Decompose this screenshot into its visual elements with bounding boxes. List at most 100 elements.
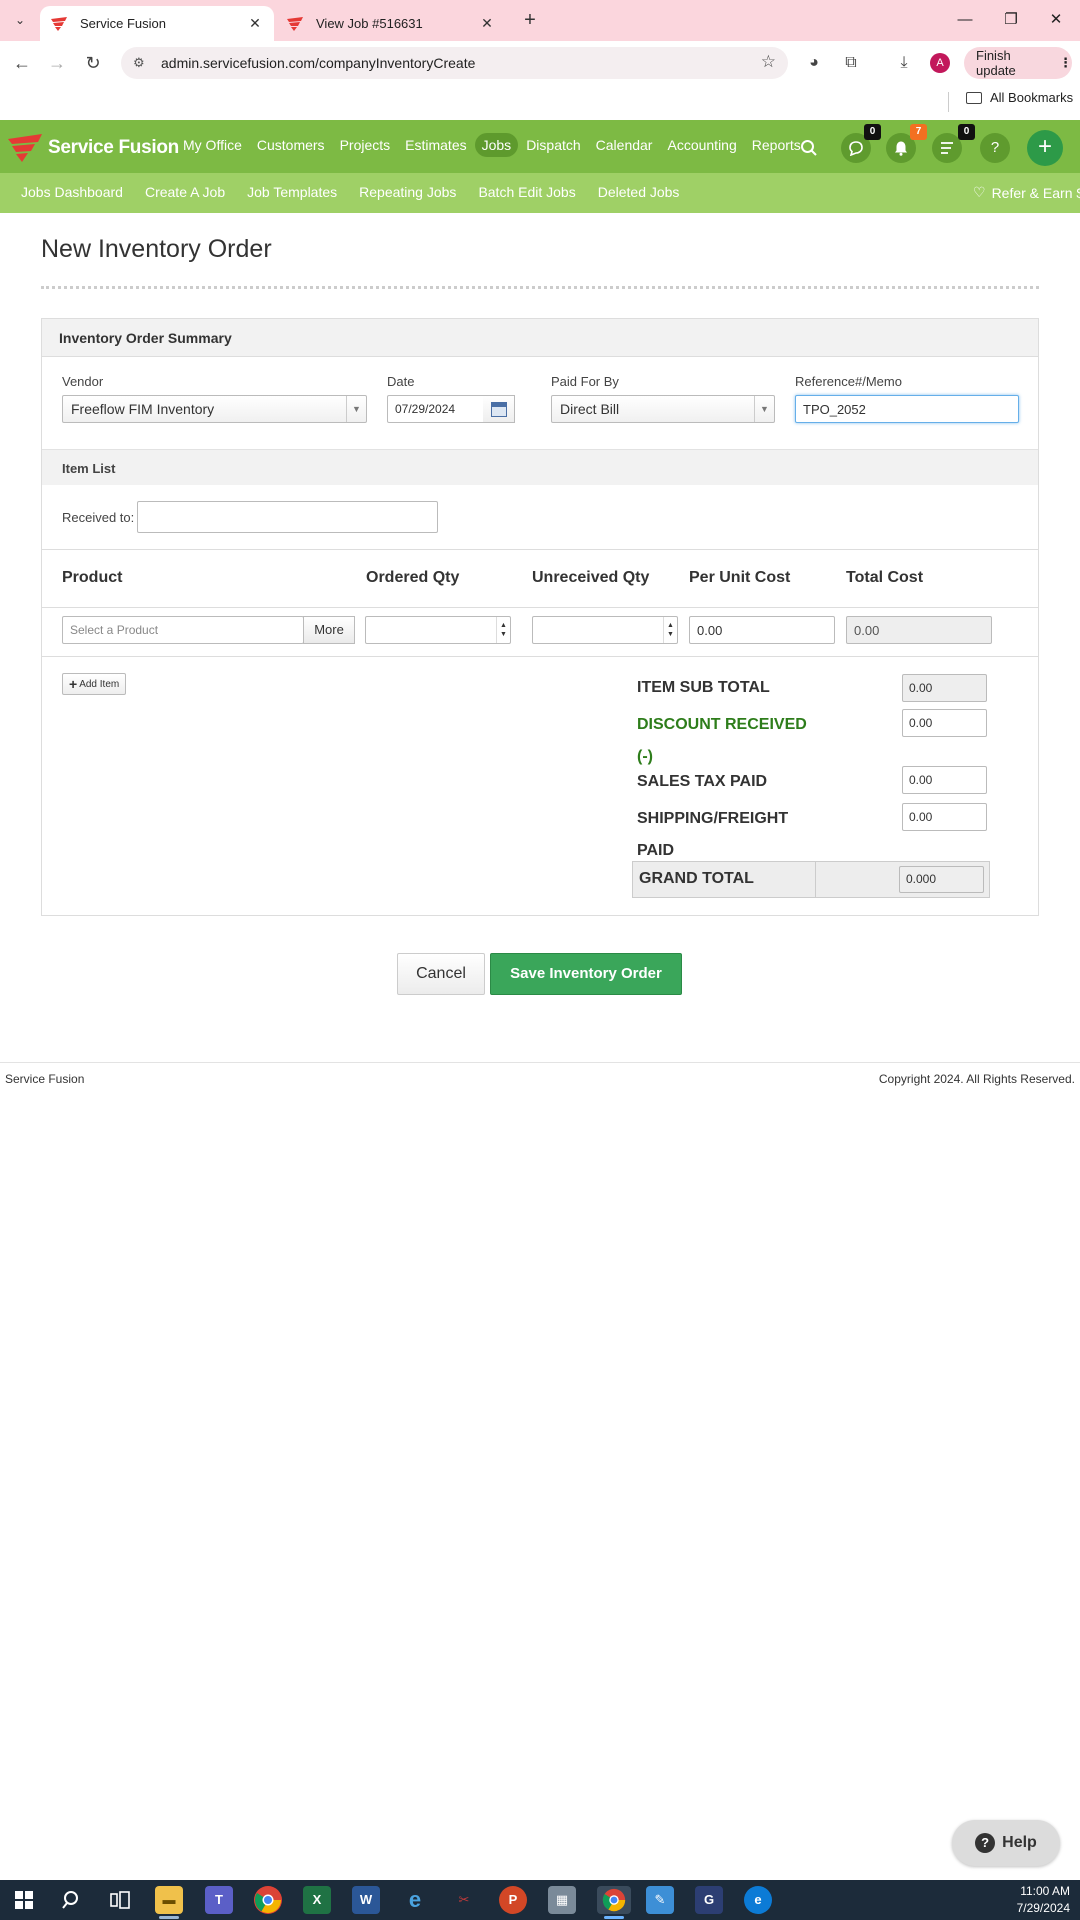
discount-value: 0.00 [909,716,933,730]
more-products-button[interactable]: More [303,616,355,644]
bookmarks-bar [0,86,1080,120]
inventory-order-panel: Inventory Order Summary Vendor Freeflow … [41,318,1039,916]
file-explorer-icon[interactable]: ▬ [155,1886,183,1914]
tab-view-job[interactable]: View Job #516631 ✕ [276,6,506,41]
subnav-job-templates[interactable]: Job Templates [247,184,337,200]
teams-icon[interactable]: T [205,1886,233,1914]
unreceived-qty-input[interactable]: ▲ ▼ [532,616,678,644]
footer-copyright: Copyright 2024. All Rights Reserved. [878,1072,1075,1086]
tab-service-fusion[interactable]: Service Fusion ✕ [40,6,274,41]
subnav-jobs-dashboard[interactable]: Jobs Dashboard [21,184,123,200]
help-label: Help [1002,1834,1037,1851]
service-fusion-logo[interactable]: Service Fusion [6,133,179,163]
stepper-icon[interactable]: ▲ ▼ [496,617,510,643]
restore-icon[interactable]: ❐ [999,8,1023,32]
subnav-deleted-jobs[interactable]: Deleted Jobs [598,184,680,200]
subnav-repeating-jobs[interactable]: Repeating Jobs [359,184,456,200]
sales-tax-value: 0.00 [909,773,933,787]
shipping-freight-input[interactable]: 0.00 [902,803,987,831]
date-input[interactable]: 07/29/2024 [387,395,490,423]
save-inventory-order-button[interactable]: Save Inventory Order [490,953,682,995]
nav-estimates[interactable]: Estimates [398,133,473,157]
excel-icon[interactable]: X [303,1886,331,1914]
app-window-icon[interactable]: ▦ [548,1886,576,1914]
stepper-icon[interactable]: ▲ ▼ [663,617,677,643]
cancel-button[interactable]: Cancel [397,953,485,995]
address-bar[interactable]: ⚙ admin.servicefusion.com/companyInvento… [121,47,788,79]
dropdown-arrow-icon: ▼ [754,396,774,422]
add-item-button[interactable]: + Add Item [62,673,127,695]
cookie-icon[interactable]: ◕ [801,50,827,76]
dropdown-arrow-icon: ▼ [346,396,366,422]
taskbar-search-icon[interactable] [58,1886,86,1914]
sales-tax-input[interactable]: 0.00 [902,766,987,794]
paid-for-by-select[interactable]: Direct Bill ▼ [551,395,775,423]
chrome-icon[interactable] [254,1886,282,1914]
per-unit-cost-input[interactable]: 0.00 [689,616,835,644]
nav-calendar[interactable]: Calendar [589,133,660,157]
minimize-icon[interactable]: — [953,8,977,32]
snipping-tool-icon[interactable]: ✂ [450,1886,478,1914]
close-window-icon[interactable]: ✕ [1044,8,1068,32]
reload-icon[interactable]: ↻ [80,50,106,76]
reference-memo-input[interactable]: TPO_2052 [795,395,1019,423]
tab-close-icon[interactable]: ✕ [246,15,264,32]
col-product: Product [62,569,123,586]
internet-explorer-icon[interactable]: e [401,1886,429,1914]
subnav-batch-edit-jobs[interactable]: Batch Edit Jobs [478,184,575,200]
edge-icon[interactable]: e [744,1886,772,1914]
new-tab-icon[interactable]: + [518,8,542,32]
g-app-icon[interactable]: G [695,1886,723,1914]
received-to-label: Received to: [62,510,135,525]
profile-avatar[interactable]: A [930,53,950,73]
ordered-qty-input[interactable]: ▲ ▼ [365,616,511,644]
product-select-input[interactable]: Select a Product [62,616,304,644]
discount-input[interactable]: 0.00 [902,709,987,737]
search-icon[interactable] [794,133,824,163]
grand-total-row: GRAND TOTAL 0.000 [632,861,990,898]
paint-icon[interactable]: ✎ [646,1886,674,1914]
vendor-select[interactable]: Freeflow FIM Inventory ▼ [62,395,367,423]
per-unit-cost-value: 0.00 [697,622,723,638]
total-cost-value: 0.00 [854,622,880,638]
tab-close-icon[interactable]: ✕ [478,15,496,32]
received-to-input[interactable] [137,501,438,533]
nav-projects[interactable]: Projects [333,133,398,157]
tab-title: Service Fusion [80,16,166,31]
help-question-icon[interactable]: ? [980,133,1010,163]
forward-icon[interactable]: → [44,50,70,76]
finish-update-button[interactable]: Finish update ⋮ [964,47,1072,79]
extensions-icon[interactable]: ⧉ [838,50,864,76]
folder-icon [966,91,982,104]
chrome-active-icon[interactable] [597,1886,631,1914]
back-icon[interactable]: ← [9,50,35,76]
finish-update-label: Finish update [976,48,1016,78]
subnav-create-a-job[interactable]: Create A Job [145,184,225,200]
windows-start-icon[interactable] [10,1886,38,1914]
nav-customers[interactable]: Customers [250,133,332,157]
download-icon[interactable]: ⤓ [891,50,917,76]
calendar-picker-button[interactable] [483,395,515,423]
nav-jobs[interactable]: Jobs [474,133,519,157]
site-info-icon[interactable]: ⚙ [133,55,149,71]
bookmark-star-icon[interactable]: ☆ [761,52,776,72]
word-icon[interactable]: W [352,1886,380,1914]
plus-icon: + [69,676,78,692]
all-bookmarks-button[interactable]: All Bookmarks [966,90,1073,105]
tab-search-chevron-icon[interactable]: ⌄ [8,8,32,32]
system-clock[interactable]: 11:00 AM 7/29/2024 [1017,1883,1070,1917]
item-sub-total-label: ITEM SUB TOTAL [637,679,770,696]
help-button[interactable]: ? Help [952,1820,1060,1866]
nav-my-office[interactable]: My Office [176,133,249,157]
nav-accounting[interactable]: Accounting [660,133,743,157]
grand-total-value: 0.000 [899,866,984,893]
quick-add-plus-icon[interactable]: + [1027,130,1063,166]
clock-time: 11:00 AM [1020,1884,1070,1898]
col-unreceived-qty: Unreceived Qty [532,569,650,586]
nav-dispatch[interactable]: Dispatch [519,133,587,157]
summary-heading: Inventory Order Summary [59,330,232,346]
brand-name: Service Fusion [48,137,179,158]
refer-and-earn-link[interactable]: ♡ Refer & Earn $ [973,184,1080,201]
task-view-icon[interactable] [106,1886,134,1914]
powerpoint-icon[interactable]: P [499,1886,527,1914]
